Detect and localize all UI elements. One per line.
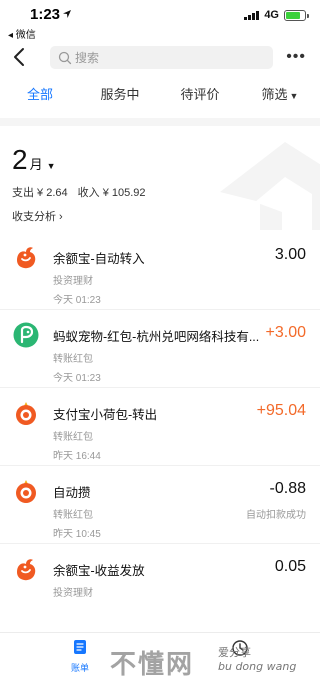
signal-icon [244,10,260,20]
income-total: 收入 ¥ 105.92 [77,187,146,199]
battery-icon [284,9,309,21]
caret-down-icon: ▼ [46,161,56,171]
analysis-link[interactable]: 收支分析 › [12,208,63,224]
month-selector[interactable]: 2 月 ▼ [12,144,56,176]
tab-in-service[interactable]: 服务中 [80,80,160,114]
transaction-category: 投资理财 [53,276,93,287]
transaction-time: 昨天 16:44 [53,451,101,462]
tab-bill-label: 账单 [70,663,89,673]
back-to-app-link[interactable]: ◂ 微信 [8,26,36,41]
section-gap [0,118,320,126]
transaction-amount: 0.05 [274,558,306,575]
bill-icon [74,640,86,654]
search-input[interactable]: 搜索 [50,46,273,69]
transaction-title: 余额宝-自动转入 [53,252,145,266]
transaction-title: 余额宝-收益发放 [53,564,145,578]
transaction-time: 今天 01:23 [53,295,101,306]
transaction-category: 转账红包 [53,510,93,521]
search-placeholder: 搜索 [75,51,100,65]
watermark-side: 爱分享 [218,646,251,659]
tab-in-service-label: 服务中 [100,87,140,102]
tab-all-label: 全部 [26,87,53,102]
month-summary: 2 月 ▼ 支出 ¥ 2.64 收入 ¥ 105.92 收支分析 › [0,126,320,230]
caret-down-icon: ▼ [289,91,299,101]
transaction-title: 自动攒 [53,486,91,500]
tab-filter[interactable]: 筛选 ▼ [240,80,320,114]
yuebao-icon [17,247,36,269]
ant-pet-icon [13,322,39,348]
site-watermark: 不懂网 爱分享 bu dong wang [110,644,296,681]
watermark-pinyin: bu dong wang [218,660,297,673]
transaction-amount: -0.88 [269,480,306,497]
back-arrow-icon[interactable] [10,46,30,68]
pouch-icon [16,480,36,503]
filter-tabs: 全部 服务中 待评价 筛选 ▼ [0,80,320,114]
transaction-category: 转账红包 [53,432,93,443]
transaction-amount: +95.04 [256,402,306,419]
tab-to-review[interactable]: 待评价 [160,80,240,114]
tab-bill[interactable]: 账单 [60,639,100,674]
transaction-category: 投资理财 [53,588,93,599]
tab-to-review-label: 待评价 [180,87,220,102]
pouch-icon [16,402,36,425]
location-arrow-icon [63,10,71,18]
status-time: 1:23 [30,6,61,23]
list-item[interactable]: 余额宝-自动转入 投资理财 今天 01:23 3.00 [0,232,320,310]
watermark-main: 不懂网 [110,650,195,680]
list-item[interactable]: 蚂蚁宠物-红包-杭州兑吧网络科技有... 转账红包 今天 01:23 +3.00 [0,310,320,388]
transaction-time: 今天 01:23 [53,373,101,384]
expense-total: 支出 ¥ 2.64 [12,187,68,199]
house-watermark-icon [220,142,320,230]
list-item[interactable]: 余额宝-收益发放 投资理财 0.05 [0,544,320,622]
list-item[interactable]: 自动攒 转账红包 昨天 10:45 -0.88 自动扣款成功 [0,466,320,544]
status-bar: 1:23 ◂ 微信 4G [0,0,320,41]
month-number: 2 [12,144,28,175]
transaction-category: 转账红包 [53,354,93,365]
tab-filter-label: 筛选 [261,87,288,102]
yuebao-icon [17,559,36,581]
month-totals: 支出 ¥ 2.64 收入 ¥ 105.92 [12,184,146,200]
tab-all[interactable]: 全部 [0,80,80,114]
transaction-title: 蚂蚁宠物-红包-杭州兑吧网络科技有... [53,330,260,344]
transaction-amount: 3.00 [274,246,306,263]
transaction-title: 支付宝小荷包-转出 [53,408,158,422]
nav-bar: 搜索 ••• [0,40,320,76]
list-item[interactable]: 支付宝小荷包-转出 转账红包 昨天 16:44 +95.04 [0,388,320,466]
transaction-amount: +3.00 [265,324,306,341]
transaction-time: 昨天 10:45 [53,529,101,540]
transaction-status: 自动扣款成功 [246,510,306,521]
network-label: 4G [264,9,279,21]
search-icon [58,51,72,64]
month-unit: 月 [29,157,43,172]
more-button[interactable]: ••• [286,49,306,65]
